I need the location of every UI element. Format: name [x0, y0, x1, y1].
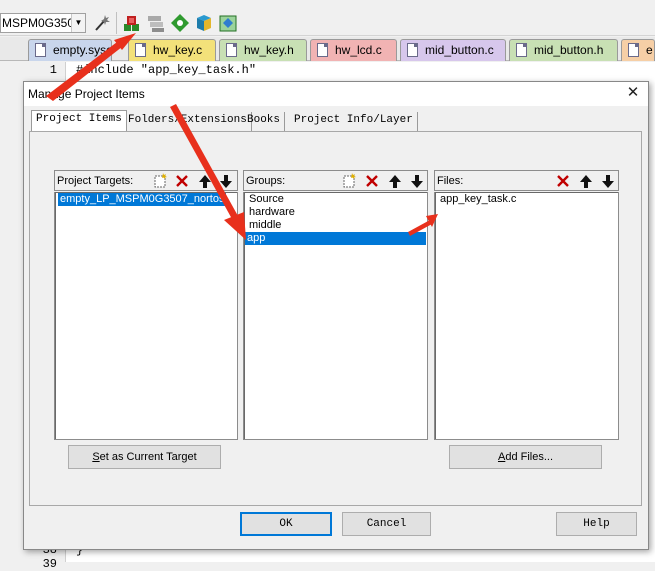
- file-icon: [317, 43, 328, 57]
- manage-project-items-dialog: Manage Project Items ✕ Project Items Fol…: [23, 81, 649, 550]
- chevron-down-icon[interactable]: ▼: [71, 14, 85, 32]
- project-targets-title: Project Targets:: [57, 175, 134, 187]
- groups-list[interactable]: Source hardware middle app: [243, 192, 428, 440]
- files-list[interactable]: app_key_task.c: [434, 192, 619, 440]
- list-item[interactable]: hardware: [247, 206, 297, 219]
- file-tab-mid-button-h[interactable]: mid_button.h: [509, 39, 618, 61]
- file-tab-mid-button-c[interactable]: mid_button.c: [400, 39, 506, 61]
- move-down-icon[interactable]: [599, 172, 617, 190]
- move-up-icon[interactable]: [386, 172, 404, 190]
- toolbar-separator: [116, 12, 117, 34]
- list-item[interactable]: middle: [247, 219, 283, 232]
- new-item-icon[interactable]: [151, 172, 169, 190]
- magic-wand-icon[interactable]: [91, 12, 113, 34]
- target-select[interactable]: MSPM0G3507_ ▼: [0, 13, 86, 33]
- delete-icon[interactable]: [173, 172, 191, 190]
- file-icon: [226, 43, 237, 57]
- file-tab-more[interactable]: e: [621, 39, 655, 61]
- move-up-icon[interactable]: [577, 172, 595, 190]
- groups-header: Groups:: [243, 170, 428, 191]
- file-tab-hw-key-c[interactable]: hw_key.c: [128, 39, 216, 61]
- files-header: Files:: [434, 170, 619, 191]
- dialog-titlebar: Manage Project Items ✕: [24, 82, 648, 106]
- list-item[interactable]: app: [245, 232, 426, 245]
- file-icon: [628, 43, 639, 57]
- select-device-icon[interactable]: [169, 12, 191, 34]
- move-down-icon[interactable]: [217, 172, 235, 190]
- tab-folders-extensions[interactable]: Folders/Extensions: [124, 112, 252, 131]
- project-targets-header: Project Targets:: [54, 170, 238, 191]
- new-item-icon[interactable]: [340, 172, 358, 190]
- move-down-icon[interactable]: [408, 172, 426, 190]
- batch-build-icon[interactable]: [145, 12, 167, 34]
- file-tab-hw-key-h[interactable]: hw_key.h: [219, 39, 307, 61]
- list-item[interactable]: Source: [247, 193, 286, 206]
- code-line: #include "app_key_task.h": [76, 63, 257, 77]
- file-tab-empty-sysconfig[interactable]: empty.sysc: [28, 39, 112, 61]
- delete-icon[interactable]: [363, 172, 381, 190]
- manage-project-items-icon[interactable]: [121, 12, 143, 34]
- list-item[interactable]: app_key_task.c: [438, 193, 518, 206]
- tab-books[interactable]: Books: [243, 112, 286, 131]
- line-number: 1: [49, 63, 57, 77]
- file-tab-bar: empty.sysc hw_key.c hw_key.h hw_lcd.c mi…: [0, 37, 655, 61]
- groups-panel: Groups: Source hardware middle app: [243, 170, 428, 440]
- software-components-icon[interactable]: [217, 12, 239, 34]
- files-title: Files:: [437, 175, 464, 187]
- move-up-icon[interactable]: [196, 172, 214, 190]
- pack-installer-icon[interactable]: [193, 12, 215, 34]
- files-panel: Files: app_key_task.c: [434, 170, 619, 440]
- project-targets-list[interactable]: empty_LP_MSPM0G3507_nortos: [54, 192, 238, 440]
- file-icon: [35, 43, 46, 57]
- tab-project-info-layer[interactable]: Project Info/Layer: [290, 112, 418, 131]
- help-button[interactable]: Help: [556, 512, 637, 536]
- close-icon[interactable]: ✕: [624, 84, 642, 102]
- line-number: 39: [42, 557, 57, 571]
- add-files-button[interactable]: Add Files...: [449, 445, 602, 469]
- cancel-button[interactable]: Cancel: [342, 512, 431, 536]
- groups-title: Groups:: [246, 175, 286, 187]
- delete-icon[interactable]: [554, 172, 572, 190]
- file-icon: [407, 43, 418, 57]
- ok-button[interactable]: OK: [240, 512, 332, 536]
- list-item[interactable]: empty_LP_MSPM0G3507_nortos: [58, 193, 227, 206]
- dialog-title: Manage Project Items: [28, 87, 145, 101]
- file-icon: [516, 43, 527, 57]
- tab-project-items[interactable]: Project Items: [31, 110, 127, 132]
- file-icon: [135, 43, 146, 57]
- toolbar: MSPM0G3507_ ▼: [0, 0, 655, 36]
- set-as-current-target-button[interactable]: Set as Current Target: [68, 445, 221, 469]
- file-tab-hw-lcd-c[interactable]: hw_lcd.c: [310, 39, 397, 61]
- project-targets-panel: Project Targets: empty_LP_MSPM0G3507_nor…: [54, 170, 238, 440]
